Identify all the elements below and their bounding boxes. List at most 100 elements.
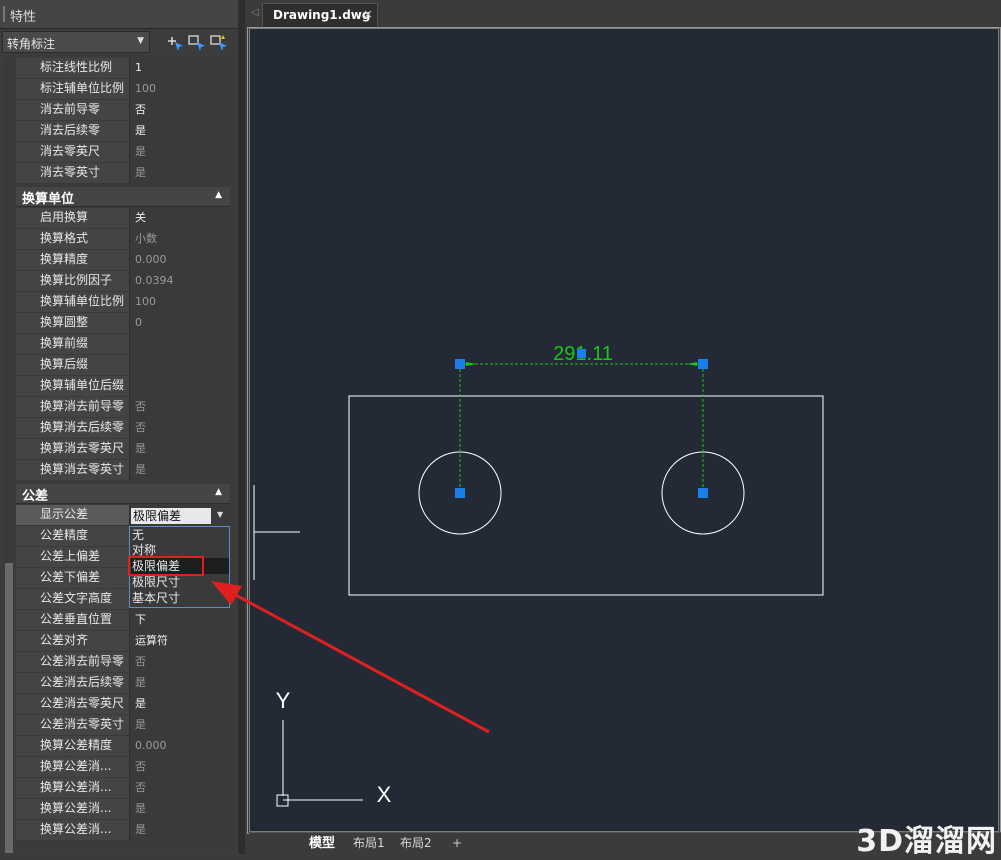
properties-scrollbar[interactable] (4, 58, 14, 853)
prop-value[interactable]: 关 (131, 208, 230, 228)
section-title: 公差 (22, 489, 49, 504)
close-icon[interactable]: × (363, 7, 373, 21)
prop-row-alt-suppress-trailing[interactable]: 换算消去后续零 否 (16, 418, 230, 438)
prop-label: 换算圆整 (16, 313, 130, 333)
prop-value[interactable] (131, 334, 230, 354)
option-limits[interactable]: 极限尺寸 (132, 574, 180, 590)
prop-row-alt-prefix[interactable]: 换算前缀 (16, 334, 230, 354)
prop-value[interactable]: 否 (131, 100, 230, 120)
prop-value[interactable]: 是 (131, 694, 230, 714)
panel-grip[interactable] (3, 6, 5, 22)
prop-value[interactable]: 是 (131, 121, 230, 141)
section-tolerances[interactable]: 公差 ▲ (16, 484, 230, 504)
tab-layout-1[interactable]: 布局1 (353, 834, 385, 853)
prop-row-alt-tol-suppress-3[interactable]: 换算公差消... 是 (16, 799, 230, 819)
prop-value[interactable]: 否 (131, 652, 230, 672)
prop-value[interactable]: 100 (131, 79, 230, 99)
prop-row-alt-tol-suppress-4[interactable]: 换算公差消... 是 (16, 820, 230, 840)
prop-value[interactable]: 是 (131, 799, 230, 819)
prop-value[interactable]: 是 (131, 460, 230, 480)
panel-divider[interactable] (238, 0, 245, 854)
add-layout-button[interactable]: + (452, 834, 462, 853)
prop-row-dim-linear-scale[interactable]: 标注线性比例 1 (16, 58, 230, 78)
prop-label: 消去零英尺 (16, 142, 130, 162)
document-tab[interactable]: Drawing1.dwg × (262, 3, 378, 27)
prop-value[interactable]: 0.000 (131, 250, 230, 270)
add-selection-button[interactable] (164, 32, 186, 52)
prop-value[interactable]: 1 (131, 58, 230, 78)
prop-value[interactable]: 是 (131, 142, 230, 162)
prop-label: 公差下偏差 (16, 568, 130, 588)
prop-row-suppress-trailing-zeros[interactable]: 消去后续零 是 (16, 121, 230, 141)
option-basic[interactable]: 基本尺寸 (132, 590, 180, 606)
chevron-down-icon[interactable]: ▼ (217, 510, 223, 519)
object-type-select[interactable]: 转角标注 ▼ (2, 31, 150, 53)
prop-row-alt-scale-factor[interactable]: 换算比例因子 0.0394 (16, 271, 230, 291)
prop-value[interactable]: 是 (131, 439, 230, 459)
collapse-icon[interactable]: ▲ (215, 487, 222, 497)
section-alternate-units[interactable]: 换算单位 ▲ (16, 187, 230, 207)
prop-row-suppress-zero-feet[interactable]: 消去零英尺 是 (16, 142, 230, 162)
prop-value[interactable]: 运算符 (131, 631, 230, 651)
scrollbar-thumb[interactable] (5, 563, 13, 853)
prop-value[interactable] (131, 376, 230, 396)
prop-label: 显示公差 (16, 505, 130, 525)
tab-layout-2[interactable]: 布局2 (400, 834, 432, 853)
prop-value[interactable] (131, 355, 230, 375)
prop-row-alt-precision[interactable]: 换算精度 0.000 (16, 250, 230, 270)
prop-row-tol-alignment[interactable]: 公差对齐 运算符 (16, 631, 230, 651)
prop-row-alt-format[interactable]: 换算格式 小数 (16, 229, 230, 249)
tab-scroll-left-icon[interactable]: ◁ (251, 7, 259, 18)
prop-value[interactable]: 0 (131, 313, 230, 333)
prop-value[interactable]: 小数 (131, 229, 230, 249)
prop-row-tol-suppress-leading[interactable]: 公差消去前导零 否 (16, 652, 230, 672)
prop-value[interactable]: 0.000 (131, 736, 230, 756)
prop-row-alt-suppress-leading[interactable]: 换算消去前导零 否 (16, 397, 230, 417)
prop-value[interactable]: 是 (131, 715, 230, 735)
highlight-box (128, 556, 204, 576)
document-tab-bar: ◁ Drawing1.dwg × (245, 0, 1001, 27)
collapse-icon[interactable]: ▲ (215, 190, 222, 200)
prop-row-alt-tol-precision[interactable]: 换算公差精度 0.000 (16, 736, 230, 756)
prop-label: 公差消去零英寸 (16, 715, 130, 735)
prop-row-tol-suppress-trailing[interactable]: 公差消去后续零 是 (16, 673, 230, 693)
tolerance-display-select[interactable]: 极限偏差 ▼ (131, 507, 230, 525)
prop-row-alt-tol-suppress-1[interactable]: 换算公差消... 否 (16, 757, 230, 777)
prop-label: 换算辅单位后缀 (16, 376, 130, 396)
site-watermark: 3D溜溜网 (856, 824, 997, 859)
tolerance-display-value[interactable]: 极限偏差 (131, 508, 211, 524)
drawing-canvas[interactable] (249, 28, 999, 832)
quick-select-button[interactable] (208, 32, 230, 52)
prop-label: 换算公差消... (16, 820, 130, 840)
prop-row-dim-sub-unit-scale[interactable]: 标注辅单位比例 100 (16, 79, 230, 99)
prop-row-tol-suppress-inches[interactable]: 公差消去零英寸 是 (16, 715, 230, 735)
prop-value[interactable]: 否 (131, 778, 230, 798)
prop-row-alt-tol-suppress-2[interactable]: 换算公差消... 否 (16, 778, 230, 798)
prop-row-alt-sub-unit-suffix[interactable]: 换算辅单位后缀 (16, 376, 230, 396)
prop-row-alt-sub-unit-scale[interactable]: 换算辅单位比例 100 (16, 292, 230, 312)
option-none[interactable]: 无 (132, 527, 144, 543)
prop-row-alt-suffix[interactable]: 换算后缀 (16, 355, 230, 375)
prop-row-suppress-leading-zeros[interactable]: 消去前导零 否 (16, 100, 230, 120)
prop-row-suppress-zero-inches[interactable]: 消去零英寸 是 (16, 163, 230, 183)
prop-row-alt-enable[interactable]: 启用换算 关 (16, 208, 230, 228)
prop-value[interactable]: 是 (131, 163, 230, 183)
prop-row-alt-round[interactable]: 换算圆整 0 (16, 313, 230, 333)
prop-value[interactable]: 0.0394 (131, 271, 230, 291)
prop-row-alt-suppress-inches[interactable]: 换算消去零英寸 是 (16, 460, 230, 480)
prop-row-tol-suppress-feet[interactable]: 公差消去零英尺 是 (16, 694, 230, 714)
prop-value[interactable]: 是 (131, 673, 230, 693)
prop-value[interactable]: 100 (131, 292, 230, 312)
prop-row-tol-vertical-position[interactable]: 公差垂直位置 下 (16, 610, 230, 630)
prop-value[interactable]: 是 (131, 820, 230, 840)
prop-label: 消去零英寸 (16, 163, 130, 183)
prop-value[interactable]: 否 (131, 397, 230, 417)
prop-value[interactable]: 下 (131, 610, 230, 630)
select-objects-button[interactable] (186, 32, 208, 52)
prop-value[interactable]: 否 (131, 418, 230, 438)
section-title: 换算单位 (22, 192, 75, 207)
tab-model[interactable]: 模型 (309, 834, 335, 853)
prop-label: 公差消去前导零 (16, 652, 130, 672)
prop-row-alt-suppress-feet[interactable]: 换算消去零英尺 是 (16, 439, 230, 459)
prop-value[interactable]: 否 (131, 757, 230, 777)
